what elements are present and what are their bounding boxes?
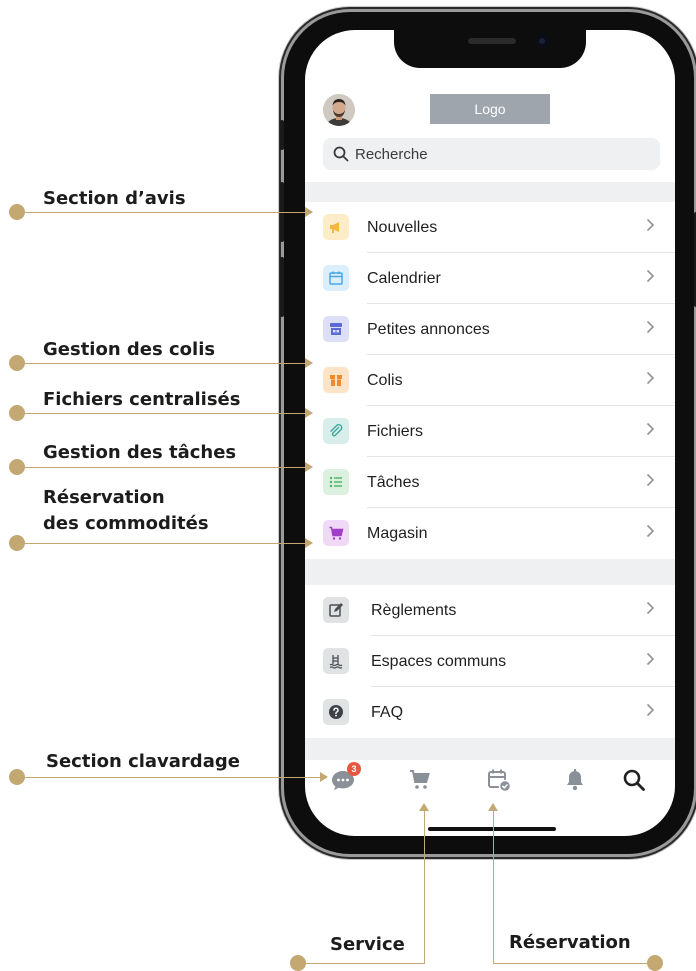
search-input[interactable]: Recherche (323, 138, 660, 170)
megaphone-icon (323, 214, 349, 240)
section-separator (305, 738, 675, 760)
callout-arrow (419, 803, 429, 811)
callout-line (17, 777, 323, 778)
calendar-icon (323, 265, 349, 291)
callout-line (17, 413, 307, 414)
menu-label: Règlements (371, 601, 457, 619)
menu-item-nouvelles[interactable]: Nouvelles (305, 202, 675, 253)
menu-label: FAQ (371, 703, 404, 721)
tab-reservation[interactable] (483, 764, 515, 796)
phone-screen: Logo Recherche Nouvelles Calendrier Peti… (305, 30, 675, 836)
menu-item-fichiers[interactable]: Fichiers (305, 406, 675, 457)
notch (394, 30, 586, 68)
user-avatar-icon (323, 94, 355, 126)
callout-clavardage: Section clavardage (46, 751, 240, 772)
tab-chat[interactable]: 3 (327, 762, 361, 796)
menu-label: Nouvelles (367, 218, 438, 236)
calendar-check-icon (488, 769, 512, 793)
callout-arrow (305, 358, 313, 368)
cart-icon (323, 520, 349, 546)
callout-colis: Gestion des colis (43, 339, 216, 360)
callout-fichiers: Fichiers centralisés (43, 389, 241, 410)
chat-badge: 3 (347, 762, 361, 776)
menu-item-taches[interactable]: Tâches (305, 457, 675, 508)
chevron-right-icon (646, 652, 655, 666)
cart-icon (410, 770, 430, 789)
tab-cart[interactable] (404, 764, 436, 796)
callout-line (424, 810, 425, 964)
chevron-right-icon (646, 473, 655, 487)
callout-line (17, 363, 307, 364)
callout-line (493, 810, 494, 964)
callout-line (17, 543, 307, 544)
callout-reservation-line1: Réservation (43, 487, 165, 508)
chevron-right-icon (646, 422, 655, 436)
search-placeholder: Recherche (355, 145, 428, 163)
callout-arrow (488, 803, 498, 811)
menu-item-petites-annonces[interactable]: Petites annonces (305, 304, 675, 355)
section-separator (305, 182, 675, 202)
checklist-icon (323, 469, 349, 495)
menu-item-magasin[interactable]: Magasin (305, 508, 675, 559)
home-indicator (428, 827, 556, 831)
secondary-menu: Règlements Espaces communs FAQ (305, 585, 675, 738)
menu-label: Petites annonces (367, 320, 490, 338)
tab-search[interactable] (618, 764, 650, 796)
menu-item-espaces-communs[interactable]: Espaces communs (305, 636, 675, 687)
menu-item-calendrier[interactable]: Calendrier (305, 253, 675, 304)
chevron-right-icon (646, 601, 655, 615)
chevron-right-icon (646, 524, 655, 538)
menu-label: Calendrier (367, 269, 441, 287)
chevron-right-icon (646, 320, 655, 334)
chevron-right-icon (646, 703, 655, 717)
callout-line (493, 963, 655, 964)
section-separator (305, 559, 675, 585)
front-camera (536, 35, 548, 47)
bell-icon (567, 769, 583, 791)
chevron-right-icon (646, 371, 655, 385)
menu-label: Fichiers (367, 422, 424, 440)
search-icon (333, 146, 349, 162)
callout-line (17, 212, 307, 213)
phone-frame: Logo Recherche Nouvelles Calendrier Peti… (280, 12, 696, 854)
pool-icon (323, 648, 349, 674)
menu-label: Tâches (367, 473, 420, 491)
callout-line (298, 963, 425, 964)
callout-arrow (305, 538, 313, 548)
edit-document-icon (323, 597, 349, 623)
main-menu: Nouvelles Calendrier Petites annonces Co… (305, 202, 675, 559)
volume-down-button (280, 257, 284, 317)
menu-label: Espaces communs (371, 652, 507, 670)
menu-label: Colis (367, 371, 403, 389)
menu-label: Magasin (367, 524, 428, 542)
tab-notifications[interactable] (559, 764, 591, 796)
callout-taches: Gestion des tâches (43, 442, 237, 463)
callout-arrow (305, 462, 313, 472)
callout-arrow (305, 207, 313, 217)
menu-item-reglements[interactable]: Règlements (305, 585, 675, 636)
callout-avis: Section d’avis (43, 188, 186, 209)
chevron-right-icon (646, 218, 655, 232)
logo-placeholder: Logo (430, 94, 550, 124)
callout-service: Service (330, 934, 405, 955)
speaker (468, 38, 516, 44)
callout-arrow (320, 772, 328, 782)
callout-line (17, 467, 307, 468)
store-icon (323, 316, 349, 342)
menu-item-faq[interactable]: FAQ (305, 687, 675, 738)
callout-arrow (305, 408, 313, 418)
question-icon (323, 699, 349, 725)
mute-switch (280, 120, 284, 150)
callout-reservation-line2: des commodités (43, 513, 209, 534)
package-icon (323, 367, 349, 393)
search-icon (623, 769, 645, 791)
paperclip-icon (323, 418, 349, 444)
callout-reservation-bottom: Réservation (509, 932, 631, 953)
menu-item-colis[interactable]: Colis (305, 355, 675, 406)
chevron-right-icon (646, 269, 655, 283)
avatar[interactable] (323, 94, 355, 126)
